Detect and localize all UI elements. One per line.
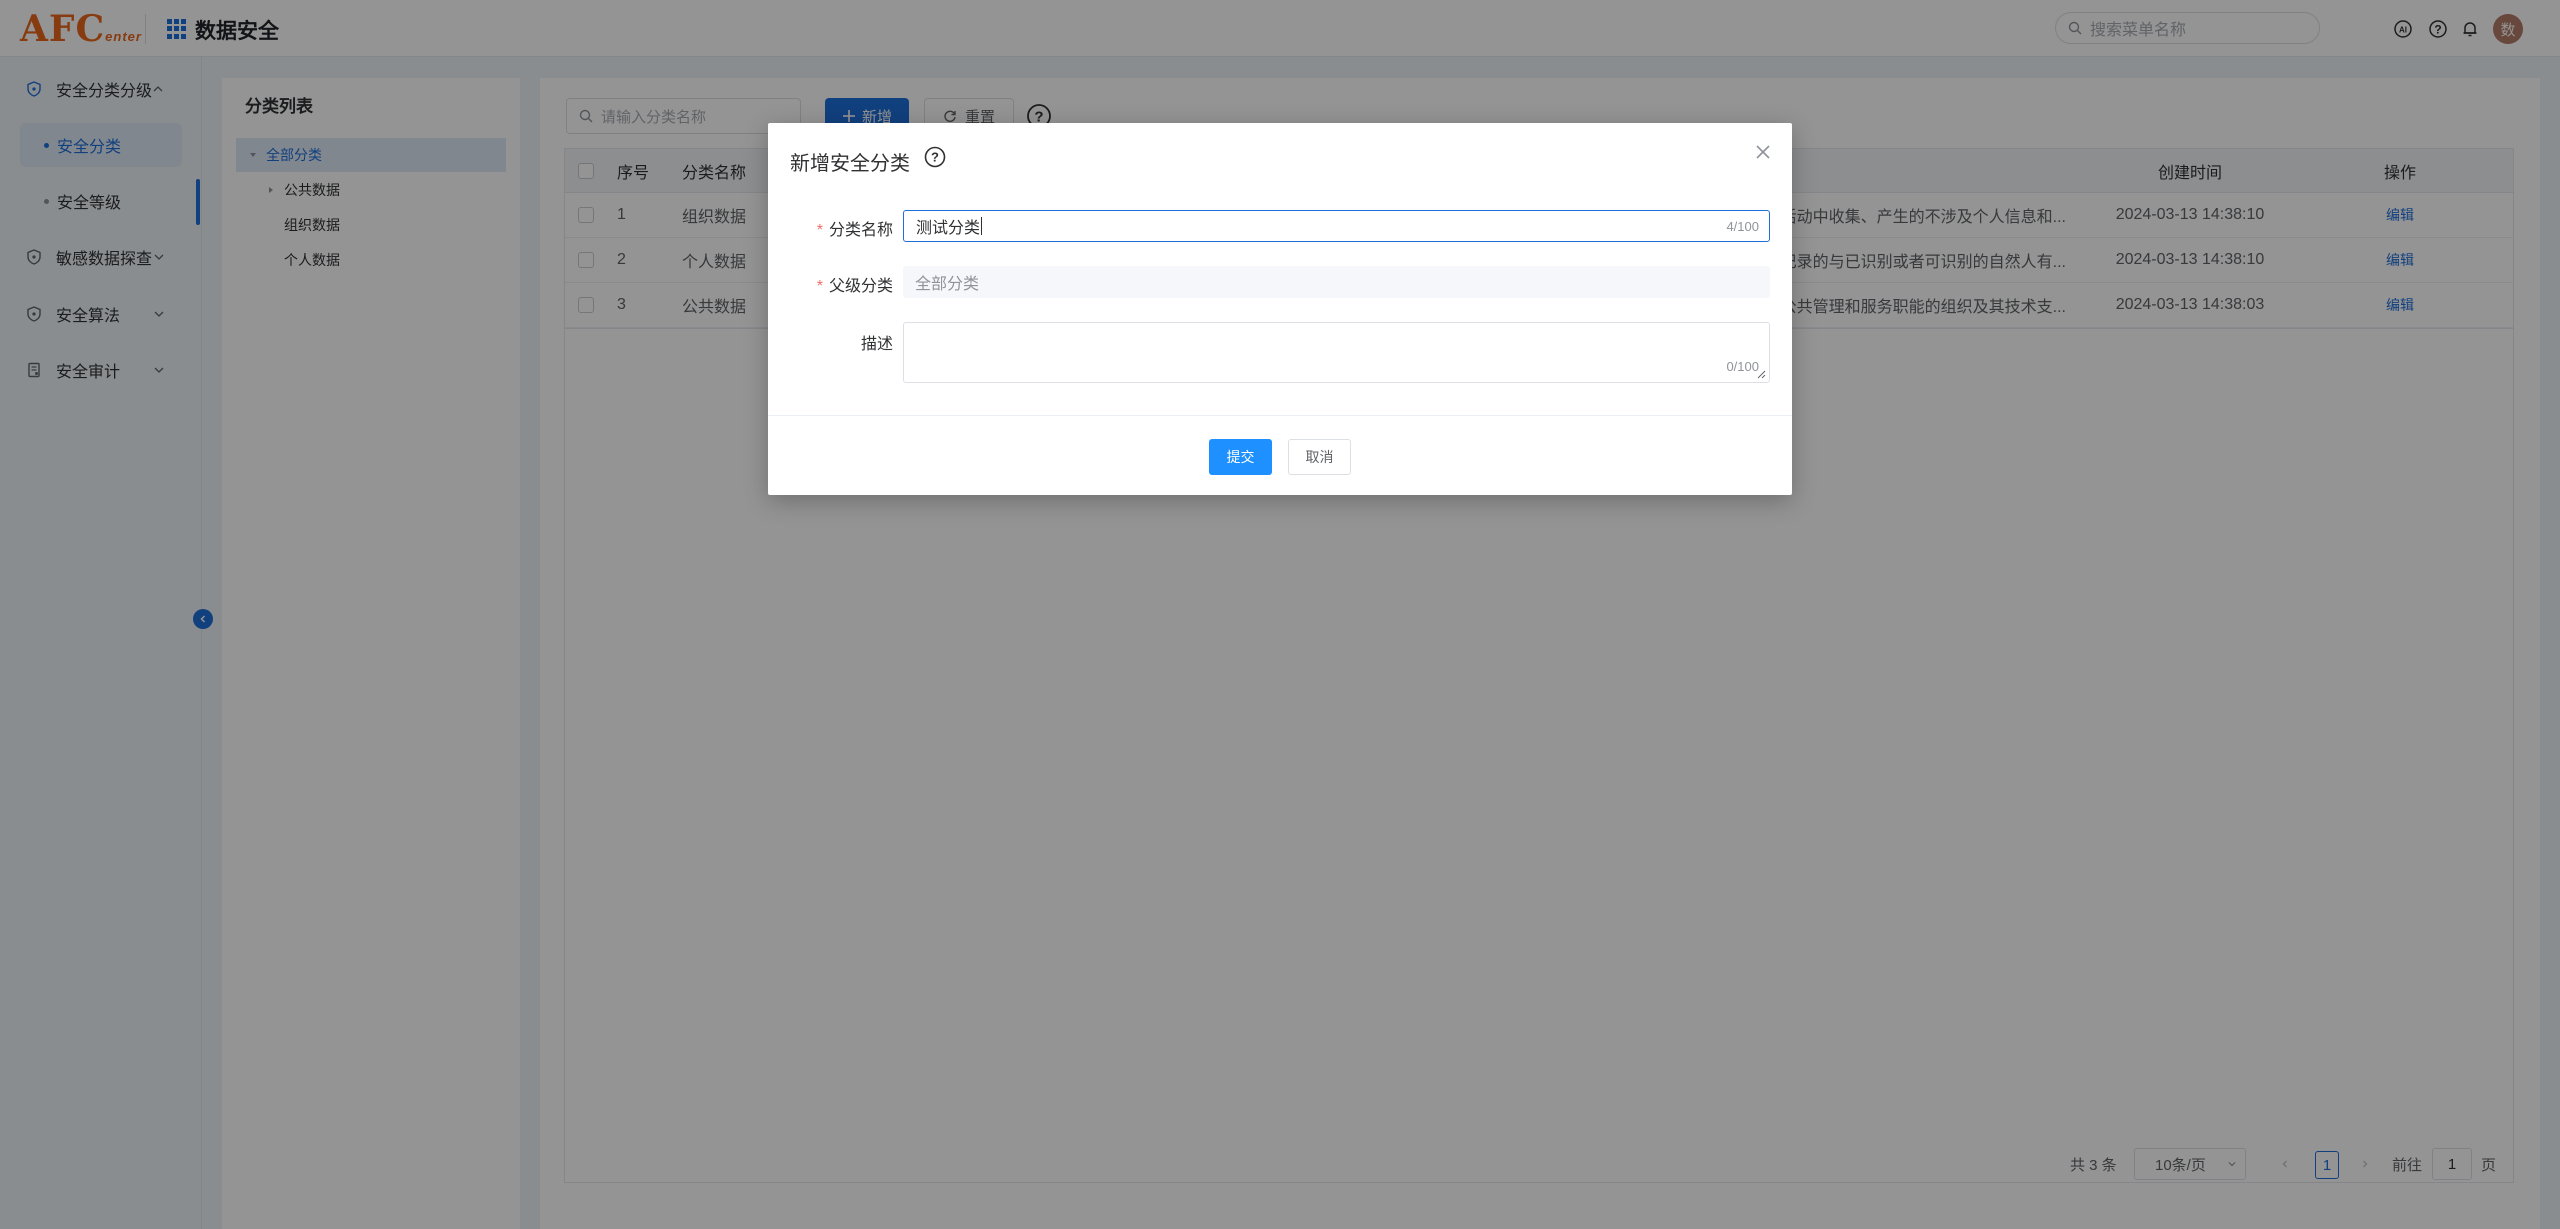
- desc-char-count: 0/100: [1726, 359, 1759, 374]
- name-char-count: 4/100: [1726, 218, 1759, 234]
- resize-handle-icon[interactable]: [1756, 369, 1766, 379]
- submit-button[interactable]: 提交: [1209, 439, 1272, 475]
- parent-field-label: * 父级分类: [816, 278, 893, 295]
- parent-category-field: 全部分类: [903, 266, 1770, 298]
- dialog-divider: [768, 415, 1792, 416]
- description-textarea[interactable]: 0/100: [903, 322, 1770, 383]
- category-name-value: 测试分类: [916, 220, 981, 237]
- parent-category-value: 全部分类: [915, 276, 980, 293]
- cancel-button[interactable]: 取消: [1288, 439, 1351, 475]
- category-name-input[interactable]: 测试分类 4/100: [903, 210, 1770, 242]
- desc-field-label: 描述: [860, 336, 893, 353]
- add-category-dialog: 新增安全分类 ? * 分类名称 测试分类 4/100 * 父级分类 全部分类 描述 …: [768, 123, 1792, 495]
- close-icon[interactable]: [1752, 141, 1774, 163]
- name-field-label: * 分类名称: [816, 222, 893, 239]
- dialog-title: 新增安全分类: [790, 153, 910, 175]
- help-icon[interactable]: ?: [923, 145, 947, 169]
- text-cursor: [981, 217, 983, 235]
- svg-text:?: ?: [931, 150, 939, 165]
